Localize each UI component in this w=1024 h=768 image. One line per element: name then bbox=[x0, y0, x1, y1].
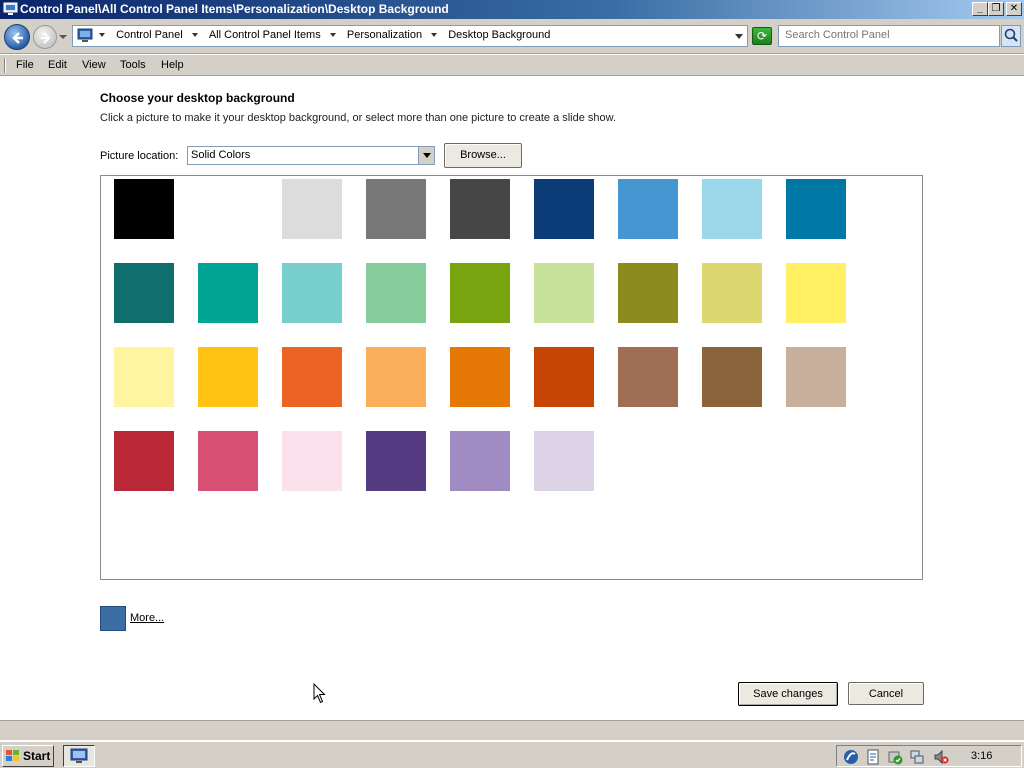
color-swatch[interactable] bbox=[450, 263, 510, 323]
taskbar: Start 3:16 bbox=[0, 741, 1024, 768]
control-panel-icon bbox=[3, 2, 18, 15]
address-history-chevron-icon[interactable] bbox=[735, 34, 743, 39]
main-content: Choose your desktop background Click a p… bbox=[0, 77, 1024, 720]
color-swatch[interactable] bbox=[114, 347, 174, 407]
recent-pages-chevron-icon[interactable] bbox=[59, 35, 67, 39]
system-tray: 3:16 bbox=[836, 745, 1022, 767]
toolbar-grip bbox=[4, 58, 6, 73]
cancel-button[interactable]: Cancel bbox=[848, 682, 924, 705]
security-check-icon[interactable] bbox=[887, 749, 903, 765]
breadcrumb-desktop-background[interactable]: Desktop Background bbox=[448, 29, 550, 41]
breadcrumb-all-items[interactable]: All Control Panel Items bbox=[209, 29, 321, 41]
menu-tools[interactable]: Tools bbox=[120, 59, 146, 71]
picture-location-select[interactable]: Solid Colors bbox=[187, 146, 435, 165]
color-swatch[interactable] bbox=[114, 431, 174, 491]
chevron-down-icon[interactable] bbox=[418, 147, 434, 164]
picture-location-value: Solid Colors bbox=[191, 149, 251, 161]
color-swatch[interactable] bbox=[198, 179, 258, 239]
control-panel-icon bbox=[70, 748, 88, 763]
color-swatch[interactable] bbox=[198, 347, 258, 407]
menu-edit[interactable]: Edit bbox=[48, 59, 67, 71]
color-swatch-grid bbox=[100, 175, 923, 580]
network-icon[interactable] bbox=[909, 749, 925, 765]
address-bar[interactable]: Control Panel All Control Panel Items Pe… bbox=[72, 25, 748, 47]
chevron-down-icon[interactable] bbox=[191, 33, 198, 38]
color-swatch[interactable] bbox=[114, 179, 174, 239]
color-swatch[interactable] bbox=[702, 263, 762, 323]
page-description: Click a picture to make it your desktop … bbox=[100, 112, 617, 124]
save-changes-button[interactable]: Save changes bbox=[738, 682, 838, 706]
document-icon[interactable] bbox=[865, 749, 881, 765]
search-input[interactable] bbox=[785, 29, 985, 41]
search-field[interactable] bbox=[778, 25, 1000, 47]
color-swatch[interactable] bbox=[450, 347, 510, 407]
color-swatch[interactable] bbox=[534, 431, 594, 491]
color-swatch[interactable] bbox=[366, 179, 426, 239]
forward-arrow-icon bbox=[41, 32, 51, 44]
breadcrumb: Control Panel All Control Panel Items Pe… bbox=[99, 29, 556, 41]
color-swatch[interactable] bbox=[786, 179, 846, 239]
picture-location-label: Picture location: bbox=[100, 150, 179, 162]
browse-button[interactable]: Browse... bbox=[444, 143, 522, 168]
more-colors-swatch[interactable] bbox=[100, 606, 126, 631]
color-swatch[interactable] bbox=[618, 179, 678, 239]
page-title: Choose your desktop background bbox=[100, 91, 295, 105]
start-button[interactable]: Start bbox=[2, 745, 54, 767]
status-bar bbox=[0, 720, 1024, 740]
color-swatch[interactable] bbox=[198, 431, 258, 491]
color-swatch[interactable] bbox=[450, 431, 510, 491]
color-swatch[interactable] bbox=[618, 347, 678, 407]
menu-help[interactable]: Help bbox=[161, 59, 184, 71]
server-manager-icon[interactable] bbox=[843, 749, 859, 765]
color-swatch[interactable] bbox=[366, 431, 426, 491]
color-swatch[interactable] bbox=[534, 179, 594, 239]
menu-file[interactable]: File bbox=[16, 59, 34, 71]
breadcrumb-personalization[interactable]: Personalization bbox=[347, 29, 422, 41]
address-toolbar: Control Panel All Control Panel Items Pe… bbox=[0, 19, 1024, 54]
chevron-down-icon[interactable] bbox=[99, 33, 105, 38]
color-swatch[interactable] bbox=[534, 347, 594, 407]
color-swatch[interactable] bbox=[282, 431, 342, 491]
color-swatch[interactable] bbox=[618, 263, 678, 323]
search-button[interactable] bbox=[1001, 25, 1021, 47]
color-swatch[interactable] bbox=[282, 263, 342, 323]
breadcrumb-control-panel[interactable]: Control Panel bbox=[116, 29, 183, 41]
back-arrow-icon bbox=[12, 32, 23, 44]
windows-logo-icon bbox=[6, 750, 19, 761]
chevron-down-icon[interactable] bbox=[431, 33, 438, 38]
menu-view[interactable]: View bbox=[82, 59, 106, 71]
color-swatch[interactable] bbox=[282, 179, 342, 239]
close-button[interactable]: ✕ bbox=[1006, 2, 1022, 16]
color-swatch[interactable] bbox=[366, 263, 426, 323]
color-swatch[interactable] bbox=[702, 179, 762, 239]
menu-bar: File Edit View Tools Help bbox=[0, 55, 1024, 76]
refresh-button[interactable]: ⟳ bbox=[752, 27, 772, 45]
clock[interactable]: 3:16 bbox=[971, 750, 992, 762]
minimize-button[interactable]: _ bbox=[972, 2, 988, 16]
color-swatch[interactable] bbox=[366, 347, 426, 407]
color-swatch[interactable] bbox=[786, 347, 846, 407]
window-title: Control Panel\All Control Panel Items\Pe… bbox=[20, 2, 449, 16]
color-swatch[interactable] bbox=[702, 347, 762, 407]
color-swatch[interactable] bbox=[534, 263, 594, 323]
volume-muted-icon[interactable] bbox=[933, 749, 949, 765]
title-bar: Control Panel\All Control Panel Items\Pe… bbox=[0, 0, 1024, 19]
search-icon bbox=[1004, 28, 1018, 42]
back-button[interactable] bbox=[4, 24, 30, 50]
color-swatch[interactable] bbox=[114, 263, 174, 323]
restore-button[interactable]: ❐ bbox=[988, 2, 1004, 16]
color-swatch[interactable] bbox=[198, 263, 258, 323]
control-panel-icon bbox=[77, 28, 93, 42]
mouse-cursor-icon bbox=[313, 683, 326, 704]
more-colors-link[interactable]: More... bbox=[130, 612, 164, 624]
taskbar-control-panel-window[interactable] bbox=[63, 745, 95, 767]
color-swatch[interactable] bbox=[282, 347, 342, 407]
forward-button[interactable] bbox=[33, 25, 57, 49]
chevron-down-icon[interactable] bbox=[329, 33, 336, 38]
refresh-icon: ⟳ bbox=[756, 29, 768, 43]
color-swatch[interactable] bbox=[450, 179, 510, 239]
color-swatch[interactable] bbox=[786, 263, 846, 323]
start-label: Start bbox=[23, 749, 51, 763]
